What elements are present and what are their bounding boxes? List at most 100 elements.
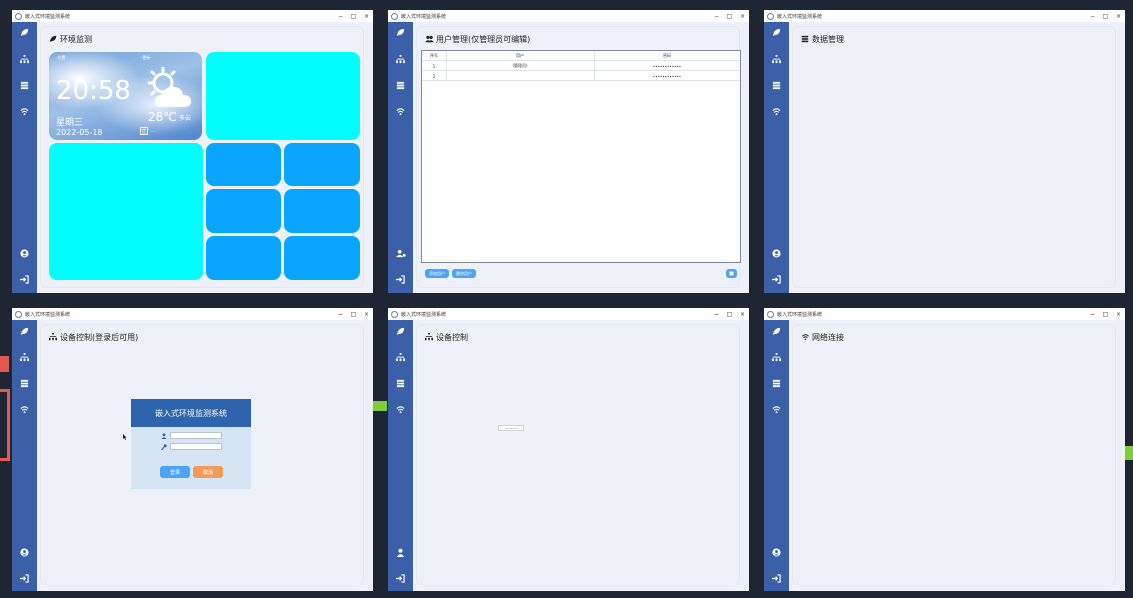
- sensor-tile[interactable]: [49, 143, 203, 280]
- user-circle-icon[interactable]: [771, 248, 782, 259]
- wifi-icon[interactable]: [395, 106, 406, 117]
- title-bar: 嵌入式环境监测系统 − □ ×: [12, 10, 373, 22]
- maximize-button[interactable]: □: [347, 13, 360, 20]
- minimize-button[interactable]: −: [710, 13, 723, 20]
- cell-password[interactable]: ••••••••••••: [594, 71, 740, 81]
- wifi-icon[interactable]: [19, 106, 30, 117]
- close-button[interactable]: ×: [360, 13, 373, 20]
- user-circle-icon[interactable]: [19, 547, 30, 558]
- wifi-icon: [801, 333, 810, 342]
- device-tile[interactable]: [206, 189, 281, 233]
- sitemap-icon[interactable]: [395, 54, 406, 65]
- login-dialog: 嵌入式环境监测系统: [131, 399, 251, 489]
- login-header: 嵌入式环境监测系统: [131, 399, 251, 427]
- device-tile[interactable]: [284, 189, 360, 233]
- background-shape-green: [373, 401, 387, 411]
- minimize-button[interactable]: −: [334, 311, 347, 318]
- database-icon[interactable]: [395, 80, 406, 91]
- leaf-icon[interactable]: [771, 27, 782, 38]
- leaf-icon[interactable]: [19, 326, 30, 337]
- database-icon[interactable]: [19, 378, 30, 389]
- user-settings-icon[interactable]: [395, 248, 406, 259]
- wifi-icon[interactable]: [771, 106, 782, 117]
- user-circle-icon[interactable]: [771, 547, 782, 558]
- database-icon[interactable]: [19, 80, 30, 91]
- logout-icon[interactable]: [771, 573, 782, 584]
- close-button[interactable]: ×: [736, 13, 749, 20]
- page-title: 网络连接: [801, 332, 844, 343]
- user-circle-icon[interactable]: [19, 248, 30, 259]
- leaf-icon[interactable]: [395, 27, 406, 38]
- maximize-button[interactable]: □: [1099, 13, 1112, 20]
- minimize-button[interactable]: −: [334, 13, 347, 20]
- logout-icon[interactable]: [19, 274, 30, 285]
- window-title: 嵌入式环境监测系统: [25, 13, 71, 20]
- maximize-button[interactable]: □: [347, 311, 360, 318]
- aqi-value: 优: [141, 128, 147, 135]
- maximize-button[interactable]: □: [723, 13, 736, 20]
- logout-icon[interactable]: [771, 274, 782, 285]
- sitemap-icon[interactable]: [19, 54, 30, 65]
- close-button[interactable]: ×: [1112, 311, 1125, 318]
- device-tile[interactable]: [206, 236, 281, 280]
- device-tile[interactable]: [206, 143, 281, 186]
- leaf-icon[interactable]: [19, 27, 30, 38]
- maximize-button[interactable]: □: [1099, 311, 1112, 318]
- leaf-icon[interactable]: [395, 326, 406, 337]
- cell-user[interactable]: [446, 71, 594, 81]
- device-tile[interactable]: [284, 236, 360, 280]
- page-title: 用户管理(仅管理员可编辑): [425, 34, 530, 45]
- page-title-text: 用户管理(仅管理员可编辑): [436, 35, 531, 44]
- database-icon[interactable]: [395, 378, 406, 389]
- wifi-icon[interactable]: [395, 404, 406, 415]
- minimize-button[interactable]: −: [1086, 13, 1099, 20]
- leaf-icon[interactable]: [771, 326, 782, 337]
- minimize-button[interactable]: −: [1086, 311, 1099, 318]
- title-bar: 嵌入式环境监测系统 − □ ×: [764, 10, 1125, 22]
- app-icon: [15, 12, 22, 20]
- window-title: 嵌入式环境监测系统: [401, 13, 447, 20]
- sitemap-icon[interactable]: [771, 54, 782, 65]
- close-button[interactable]: ×: [736, 311, 749, 318]
- database-icon[interactable]: [771, 378, 782, 389]
- weather-condition: 多云: [179, 115, 192, 122]
- wifi-icon[interactable]: [19, 404, 30, 415]
- username-input[interactable]: [170, 432, 222, 439]
- database-icon[interactable]: [771, 80, 782, 91]
- wifi-icon[interactable]: [771, 404, 782, 415]
- partly-cloudy-icon: [145, 66, 195, 113]
- cell-password[interactable]: ••••••••••••: [594, 61, 740, 71]
- sensor-tile[interactable]: [206, 52, 360, 140]
- device-tile[interactable]: [284, 143, 360, 186]
- page-title-text: 设备控制(登录后可用): [60, 333, 139, 342]
- table-row[interactable]: 2 ••••••••••••: [422, 71, 740, 81]
- cancel-button[interactable]: 取消: [193, 466, 223, 478]
- maximize-button[interactable]: □: [723, 311, 736, 318]
- close-button[interactable]: ×: [360, 311, 373, 318]
- table-row[interactable]: 1 (管理员) ••••••••••••: [422, 61, 740, 71]
- sitemap-icon[interactable]: [19, 352, 30, 363]
- window-title: 嵌入式环境监测系统: [777, 311, 823, 318]
- sitemap-icon: [425, 333, 434, 342]
- minimize-button[interactable]: −: [710, 311, 723, 318]
- add-user-button[interactable]: 添加用户: [425, 269, 449, 278]
- app-icon: [391, 12, 398, 20]
- save-button[interactable]: 保存: [726, 269, 737, 278]
- aqi-detail: ···: [151, 129, 155, 134]
- sitemap-icon[interactable]: [771, 352, 782, 363]
- weather-widget: ·位置· ·更新· 20:58 星期三 2022-05-18 28℃ 多云 优 …: [49, 52, 202, 140]
- background-shape-red-frame: [0, 389, 10, 461]
- logout-icon[interactable]: [395, 573, 406, 584]
- logout-icon[interactable]: [19, 573, 30, 584]
- sitemap-icon[interactable]: [395, 352, 406, 363]
- user-icon: [161, 432, 167, 439]
- app-icon: [391, 310, 398, 318]
- logout-icon[interactable]: [395, 274, 406, 285]
- date: 2022-05-18: [56, 128, 103, 137]
- login-button[interactable]: 登录: [160, 466, 190, 478]
- user-icon[interactable]: [395, 547, 406, 558]
- delete-user-button[interactable]: 删除用户: [452, 269, 476, 278]
- close-button[interactable]: ×: [1112, 13, 1125, 20]
- password-input[interactable]: [170, 443, 222, 450]
- cell-user[interactable]: (管理员): [446, 61, 594, 71]
